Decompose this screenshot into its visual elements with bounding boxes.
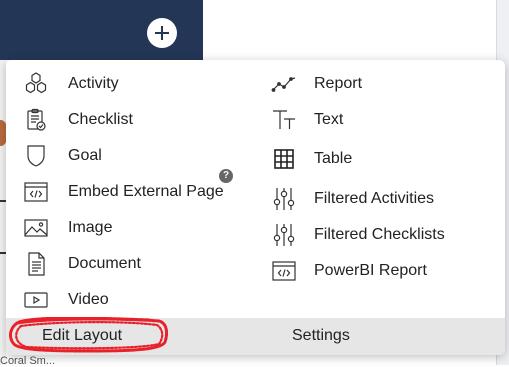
menu-item-label: Report [314,75,363,92]
menu-item-label: Embed External Page [68,183,224,200]
code-window-icon [270,257,298,285]
menu-item-label: Image [68,219,113,236]
clipboard-check-icon [22,106,50,134]
menu-item-goal[interactable]: Goal [22,141,102,171]
menu-item-report[interactable]: Report [270,69,362,99]
menu-item-label: Video [68,291,109,308]
menu-item-checklist[interactable]: Checklist [22,105,133,135]
menu-item-label: Checklist [68,111,133,128]
menu-item-video[interactable]: Video [22,285,109,315]
menu-item-label: Filtered Activities [314,190,435,207]
menu-item-powerbi-report[interactable]: PowerBI Report [270,256,427,286]
menu-item-image[interactable]: Image [22,213,112,243]
shield-icon [22,142,50,170]
menu-item-label: Text [314,111,344,128]
text-icon [270,106,298,134]
menu-item-label: Activity [68,75,119,92]
add-widget-button[interactable] [147,18,177,48]
menu-item-activity[interactable]: Activity [22,69,119,99]
menu-item-embed-external-page[interactable]: Embed External Page [22,177,224,207]
hexagons-icon [22,70,50,98]
menu-item-label: Filtered Checklists [314,226,445,243]
plus-icon [155,26,169,40]
play-icon [22,286,50,314]
settings-button[interactable]: Settings [292,327,350,345]
image-icon [22,214,50,242]
menu-item-label: Table [314,150,353,167]
menu-footer: Edit Layout Settings [6,318,505,355]
menu-item-label: Document [68,255,141,272]
menu-item-filtered-activities[interactable]: Filtered Activities [270,184,434,214]
sliders-icon [270,185,298,213]
sliders-icon [270,221,298,249]
background-text: Coral Sm... [0,355,56,367]
menu-item-document[interactable]: Document [22,249,141,279]
menu-item-label: PowerBI Report [314,262,427,279]
table-grid-icon [270,145,298,173]
menu-item-label: Goal [68,147,102,164]
line-chart-icon [270,70,298,98]
document-icon [22,250,50,278]
code-window-icon [22,178,50,206]
add-widget-menu: Activity Checklist Goal Embed External P… [6,60,505,355]
menu-item-text[interactable]: Text [270,105,343,135]
help-icon[interactable]: ? [219,169,233,183]
menu-item-filtered-checklists[interactable]: Filtered Checklists [270,220,445,250]
menu-item-table[interactable]: Table [270,144,352,174]
edit-layout-button[interactable]: Edit Layout [42,327,122,345]
